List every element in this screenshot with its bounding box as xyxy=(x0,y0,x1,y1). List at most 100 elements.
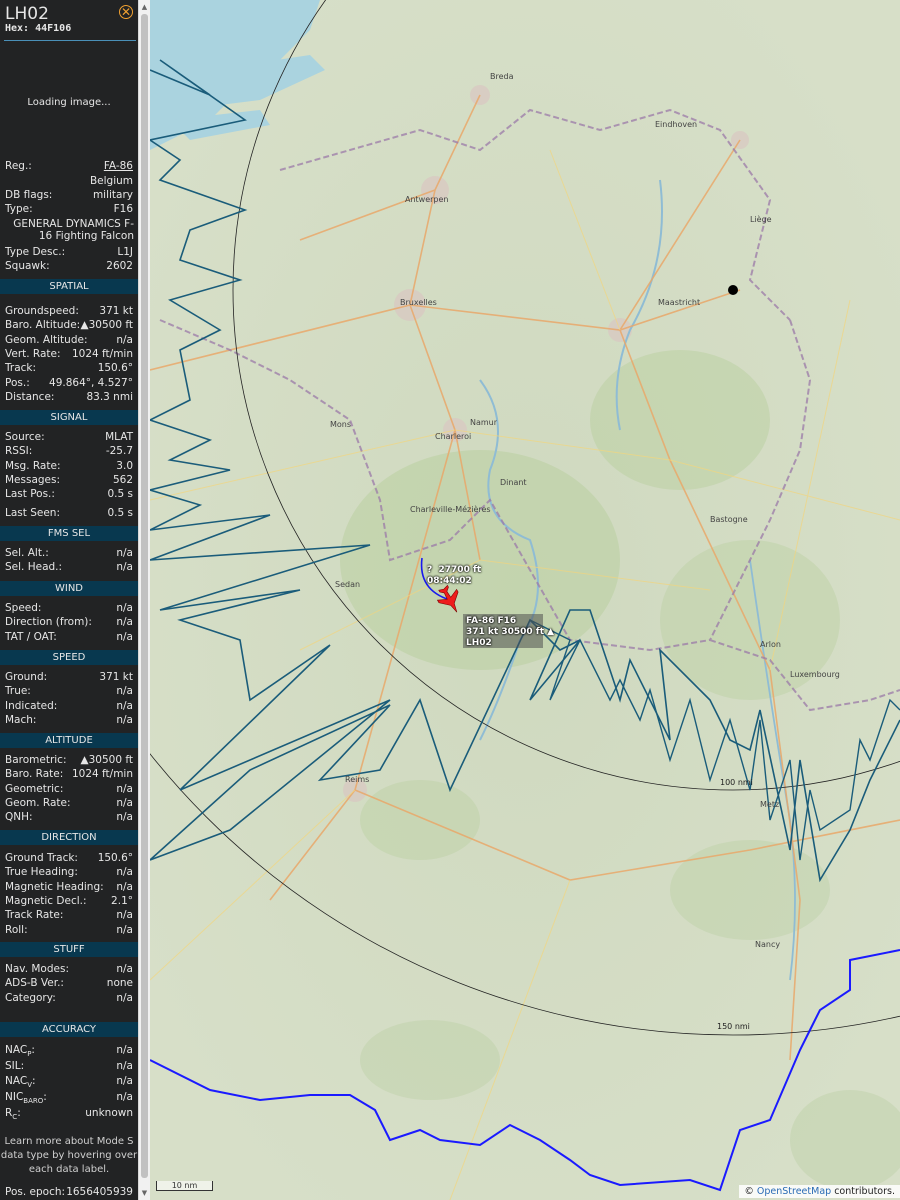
signal-row: Last Seen: 0.5 s xyxy=(5,507,133,521)
typedesc-row: Type Desc.: L1J xyxy=(5,246,133,260)
section-direction: DIRECTION xyxy=(0,830,138,845)
wind-label: TAT / OAT: xyxy=(5,630,57,643)
photo-placeholder: Loading image... xyxy=(27,97,111,108)
nic-label: NICBARO: xyxy=(5,1091,47,1106)
nacv-row: NACV: n/a xyxy=(5,1075,133,1089)
section-stuff: STUFF xyxy=(0,942,138,957)
speed-value: n/a xyxy=(116,699,133,712)
altitude-label: Barometric: xyxy=(5,754,67,766)
close-icon[interactable]: ✕ xyxy=(119,5,133,19)
altitude-row: Barometric: ▲30500 ft xyxy=(5,754,133,768)
speed-row: Mach: n/a xyxy=(5,714,133,728)
spatial-row: Pos.: 49.864°, 4.527° xyxy=(5,377,133,391)
fmssel-value: n/a xyxy=(116,561,133,574)
stuff-value: n/a xyxy=(116,991,133,1004)
stuff-label: Nav. Modes: xyxy=(5,963,69,975)
spatial-value: 1024 ft/min xyxy=(71,347,133,360)
direction-label: Magnetic Decl.: xyxy=(5,894,87,907)
stuff-value: n/a xyxy=(116,963,133,975)
dbflags-value: military xyxy=(92,189,133,201)
wind-value: n/a xyxy=(116,630,133,643)
scroll-down-icon[interactable]: ▼ xyxy=(139,1188,150,1198)
spatial-label: Groundspeed: xyxy=(5,305,79,317)
direction-value: n/a xyxy=(116,923,133,936)
map-canvas[interactable] xyxy=(150,0,900,1200)
signal-value: -25.7 xyxy=(105,445,133,458)
divider xyxy=(4,40,136,41)
altitude-row: Geometric: n/a xyxy=(5,783,133,797)
speed-label: Indicated: xyxy=(5,699,58,712)
city-label: Namur xyxy=(470,418,498,427)
hex-code: Hex: 44F106 xyxy=(5,23,72,34)
reg-row: Reg.: FA-86 xyxy=(5,160,133,174)
speed-value: n/a xyxy=(116,713,133,726)
signal-row: Messages: 562 xyxy=(5,474,133,488)
city-label: Arlon xyxy=(760,640,781,649)
typedesc-label: Type Desc.: xyxy=(5,246,66,258)
direction-value: n/a xyxy=(116,880,133,893)
map-view[interactable]: Antwerpen Bruxelles Liège Maastricht Namur Ch… xyxy=(150,0,900,1200)
aircraft-label[interactable]: FA-86 F16 371 kt 30500 ft ▲ LH02 xyxy=(466,616,554,649)
spatial-label: Distance: xyxy=(5,390,55,403)
signal-value: 0.5 s xyxy=(107,506,133,519)
stuff-row: Category: n/a xyxy=(5,992,133,1006)
spatial-row: Track: 150.6° xyxy=(5,362,133,376)
forest-area xyxy=(360,1020,500,1100)
spatial-value: n/a xyxy=(116,333,133,346)
sidebar-scrollbar[interactable]: ▲ ▼ xyxy=(138,0,150,1200)
nacp-value: n/a xyxy=(116,1044,133,1056)
sil-row: SIL: n/a xyxy=(5,1060,133,1074)
map-attribution: © OpenStreetMap contributors. xyxy=(739,1185,900,1198)
history-label-q: ? xyxy=(427,565,433,575)
scrollbar-thumb[interactable] xyxy=(141,14,148,1178)
altitude-row: QNH: n/a xyxy=(5,811,133,825)
history-label-alt: 27700 ft xyxy=(438,565,482,575)
sil-label: SIL: xyxy=(5,1060,25,1072)
spatial-row: Groundspeed: 371 kt xyxy=(5,305,133,319)
signal-value: 562 xyxy=(112,473,133,486)
city-label: Metz xyxy=(760,800,780,809)
nacp-label: NACP: xyxy=(5,1044,35,1059)
osm-link[interactable]: OpenStreetMap xyxy=(757,1186,831,1197)
altitude-value: 1024 ft/min xyxy=(71,768,133,781)
stuff-label: ADS-B Ver.: xyxy=(5,977,64,990)
fmssel-row: Sel. Alt.: n/a xyxy=(5,547,133,561)
city-label: Reims xyxy=(345,775,370,784)
spatial-value: 83.3 nmi xyxy=(86,390,133,403)
receiver-marker[interactable] xyxy=(728,285,738,295)
type-label: Type: xyxy=(5,203,33,215)
direction-row: Magnetic Decl.: 2.1° xyxy=(5,895,133,909)
aircraft-icon[interactable] xyxy=(437,584,463,616)
nacv-label: NACV: xyxy=(5,1075,36,1090)
fmssel-value: n/a xyxy=(116,547,133,559)
section-speed: SPEED xyxy=(0,650,138,665)
info-sidebar: LH02 Hex: 44F106 ✕ Loading image... Reg.… xyxy=(0,0,138,1200)
scroll-up-icon[interactable]: ▲ xyxy=(139,2,150,12)
spatial-value: ▲30500 ft xyxy=(80,319,133,332)
wind-row: TAT / OAT: n/a xyxy=(5,631,133,645)
map-scale: 10 nm xyxy=(156,1181,213,1191)
type-value: F16 xyxy=(113,203,133,215)
section-accuracy: ACCURACY xyxy=(0,1022,138,1037)
nacp-row: NACP: n/a xyxy=(5,1044,133,1058)
aircraft-label-line2: 371 kt 30500 ft ▲ xyxy=(466,627,555,637)
speed-label: Ground: xyxy=(5,671,48,683)
direction-row: Track Rate: n/a xyxy=(5,909,133,923)
stuff-value: none xyxy=(106,977,133,990)
direction-value: n/a xyxy=(116,909,133,922)
direction-label: True Heading: xyxy=(5,866,78,879)
nic-row: NICBARO: n/a xyxy=(5,1091,133,1105)
city-label: Charleville-Mézières xyxy=(410,505,491,514)
speed-row: Indicated: n/a xyxy=(5,700,133,714)
sil-value: n/a xyxy=(116,1060,133,1072)
signal-label: Last Seen: xyxy=(5,506,60,519)
spatial-value: 150.6° xyxy=(97,362,133,375)
wind-row: Speed: n/a xyxy=(5,602,133,616)
spatial-label: Baro. Altitude: xyxy=(5,319,81,332)
stuff-row: Nav. Modes: n/a xyxy=(5,963,133,977)
reg-link[interactable]: FA-86 xyxy=(104,160,133,172)
wind-row: Direction (from): n/a xyxy=(5,616,133,630)
dbflags-label: DB flags: xyxy=(5,189,53,201)
direction-row: Magnetic Heading: n/a xyxy=(5,881,133,895)
signal-row: Msg. Rate: 3.0 xyxy=(5,460,133,474)
